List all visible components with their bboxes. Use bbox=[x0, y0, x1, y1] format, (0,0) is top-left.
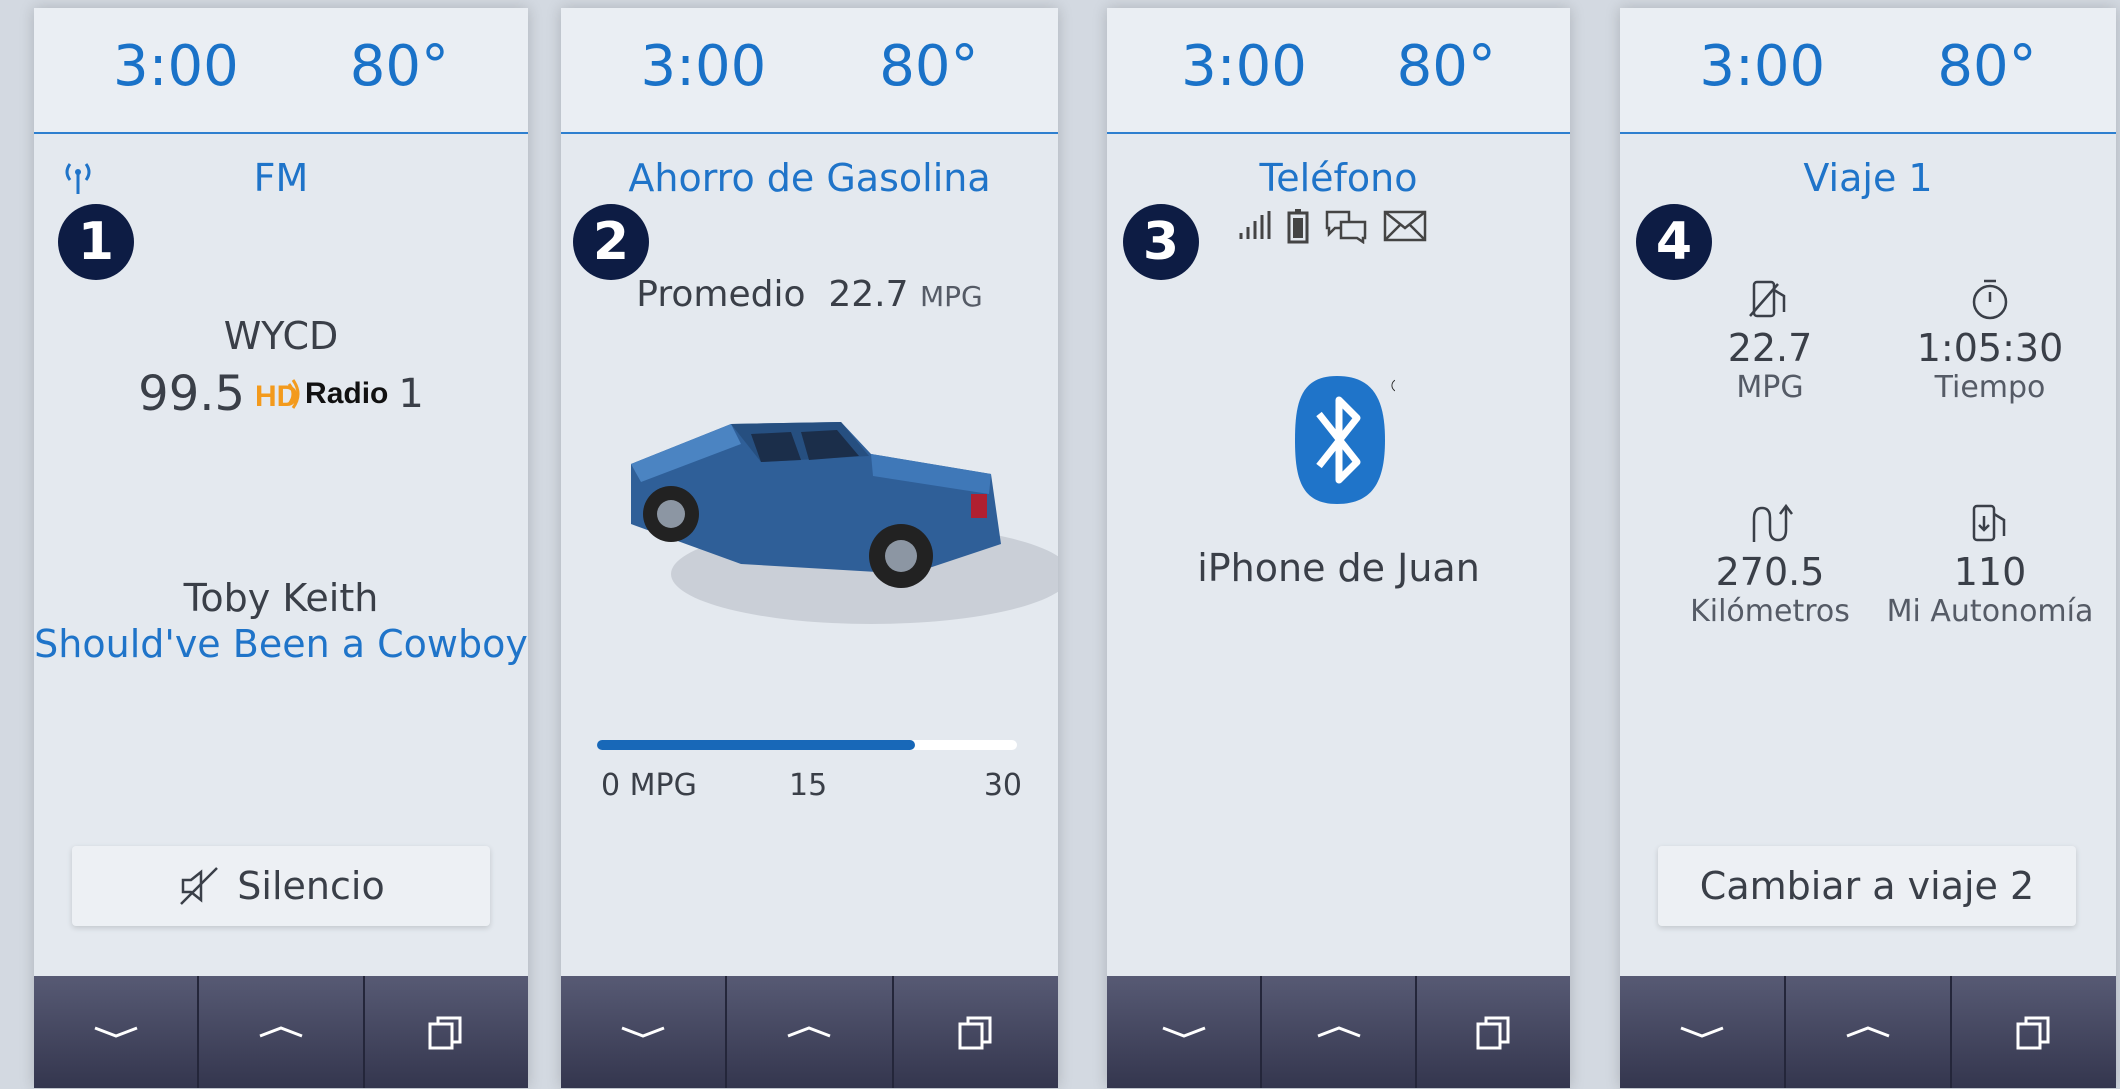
mute-speaker-icon bbox=[180, 867, 219, 905]
hd-channel: 1 bbox=[398, 371, 424, 417]
scroll-down-button[interactable] bbox=[1107, 976, 1262, 1088]
callout-badge: 4 bbox=[1636, 204, 1712, 280]
trip-range-unit: Mi Autonomía bbox=[1886, 594, 2094, 629]
nav-bar bbox=[1620, 976, 2116, 1088]
artist-name: Toby Keith bbox=[183, 576, 379, 620]
mute-label: Silencio bbox=[237, 864, 385, 908]
chevron-up-icon bbox=[787, 1026, 832, 1038]
hd-icon: HD bbox=[255, 379, 300, 413]
chevron-down-icon bbox=[1161, 1026, 1206, 1038]
scroll-up-button[interactable] bbox=[199, 976, 365, 1088]
temperature: 80° bbox=[1396, 34, 1496, 99]
battery-icon bbox=[1287, 209, 1309, 244]
chevron-down-icon bbox=[621, 1026, 665, 1038]
fuel-economy-panel: 3:00 80° Ahorro de Gasolina 2 Promedio 2… bbox=[561, 8, 1058, 1088]
status-bar: 3:00 80° bbox=[1620, 8, 2116, 134]
pages-button[interactable] bbox=[365, 976, 528, 1088]
callout-badge: 1 bbox=[58, 204, 134, 280]
trip-stat-mpg: 22.7 MPG bbox=[1660, 278, 1880, 405]
scroll-up-button[interactable] bbox=[1262, 976, 1417, 1088]
scroll-up-button[interactable] bbox=[727, 976, 894, 1088]
nav-bar bbox=[561, 976, 1058, 1088]
device-name: iPhone de Juan bbox=[1197, 546, 1480, 590]
trip-distance-unit: Kilómetros bbox=[1690, 594, 1850, 629]
chevron-up-icon bbox=[1316, 1026, 1361, 1038]
station-call-sign: WYCD bbox=[223, 314, 339, 358]
frequency-row: 99.5 HD Radio 1 bbox=[34, 366, 528, 422]
scroll-down-button[interactable] bbox=[561, 976, 728, 1088]
switch-trip-button[interactable]: Cambiar a viaje 2 bbox=[1658, 846, 2076, 926]
fuel-economy-icon bbox=[1749, 280, 1786, 318]
trip-stat-distance: 270.5 Kilómetros bbox=[1660, 502, 1880, 629]
trip-time-value: 1:05:30 bbox=[1916, 326, 2064, 370]
pages-button[interactable] bbox=[1952, 976, 2116, 1088]
chevron-up-icon bbox=[1846, 1026, 1890, 1038]
trip-time-unit: Tiempo bbox=[1934, 370, 2046, 405]
scroll-up-button[interactable] bbox=[1786, 976, 1952, 1088]
nav-bar bbox=[1107, 976, 1570, 1088]
clock: 3:00 bbox=[113, 34, 239, 99]
chat-icon bbox=[1325, 210, 1367, 244]
trip-distance-value: 270.5 bbox=[1715, 550, 1825, 594]
distance-icon bbox=[1752, 503, 1793, 542]
status-bar: 3:00 80° bbox=[561, 8, 1058, 134]
mute-button[interactable]: Silencio bbox=[72, 846, 490, 926]
svg-text:®: ® bbox=[1389, 376, 1395, 397]
status-bar: 3:00 80° bbox=[34, 8, 528, 134]
pages-icon bbox=[1476, 1016, 1509, 1050]
temperature: 80° bbox=[1937, 34, 2037, 99]
trip-panel: 3:00 80° Viaje 1 4 22.7 MPG 1:05:30 Tiem… bbox=[1620, 8, 2116, 1088]
song-title: Should've Been a Cowboy bbox=[34, 622, 528, 666]
callout-badge: 2 bbox=[573, 204, 649, 280]
average-row: Promedio 22.7 MPG bbox=[561, 274, 1058, 315]
mail-icon bbox=[1383, 210, 1427, 242]
panel-title: Ahorro de Gasolina bbox=[628, 156, 991, 200]
fuel-gauge-track bbox=[597, 740, 1017, 750]
trip-range-value: 110 bbox=[1953, 550, 2027, 594]
panel-title: Viaje 1 bbox=[1803, 156, 1933, 200]
clock: 3:00 bbox=[640, 34, 767, 99]
chevron-up-icon bbox=[259, 1026, 303, 1038]
trip-mpg-unit: MPG bbox=[1736, 370, 1804, 405]
frequency: 99.5 bbox=[138, 366, 246, 422]
average-label: Promedio bbox=[636, 274, 806, 315]
nav-bar bbox=[34, 976, 528, 1088]
temperature: 80° bbox=[349, 34, 449, 99]
clock: 3:00 bbox=[1181, 34, 1307, 99]
hd-radio-logo: HD Radio bbox=[255, 374, 388, 414]
bluetooth-icon: ® bbox=[1295, 376, 1395, 504]
pages-icon bbox=[428, 1016, 462, 1050]
pickup-truck-image bbox=[631, 422, 1058, 624]
status-bar: 3:00 80° bbox=[1107, 8, 1570, 134]
pages-button[interactable] bbox=[1417, 976, 1570, 1088]
temperature: 80° bbox=[879, 34, 979, 99]
trip-mpg-value: 22.7 bbox=[1727, 326, 1813, 370]
panel-title: Teléfono bbox=[1259, 156, 1418, 200]
radio-panel: 3:00 80° FM 1 WYCD 99.5 HD Radio 1 Toby … bbox=[34, 8, 528, 1088]
pages-icon bbox=[2016, 1016, 2050, 1050]
trip-stat-range: 110 Mi Autonomía bbox=[1880, 502, 2100, 629]
signal-icon bbox=[1239, 211, 1271, 239]
trip-stat-time: 1:05:30 Tiempo bbox=[1880, 278, 2100, 405]
stopwatch-icon bbox=[1972, 279, 2008, 320]
fuel-range-icon bbox=[1972, 504, 2006, 542]
phone-status-icons bbox=[1237, 208, 1427, 244]
fuel-gauge-fill bbox=[597, 740, 915, 750]
scroll-down-button[interactable] bbox=[1620, 976, 1786, 1088]
panel-title: FM bbox=[253, 156, 309, 200]
scroll-down-button[interactable] bbox=[34, 976, 200, 1088]
gauge-mid-label: 15 bbox=[789, 768, 828, 803]
chevron-down-icon bbox=[94, 1026, 138, 1038]
average-unit: MPG bbox=[919, 280, 983, 313]
clock: 3:00 bbox=[1699, 34, 1826, 99]
callout-badge: 3 bbox=[1123, 204, 1199, 280]
phone-panel: 3:00 80° Teléfono 3 ® iPhone de Juan bbox=[1107, 8, 1570, 1088]
average-value: 22.7 bbox=[828, 274, 909, 315]
gauge-min-label: 0 MPG bbox=[601, 768, 697, 803]
switch-trip-label: Cambiar a viaje 2 bbox=[1699, 864, 2035, 908]
pages-button[interactable] bbox=[894, 976, 1058, 1088]
gauge-max-label: 30 bbox=[983, 768, 1022, 803]
pages-icon bbox=[958, 1016, 992, 1050]
chevron-down-icon bbox=[1680, 1026, 1724, 1038]
